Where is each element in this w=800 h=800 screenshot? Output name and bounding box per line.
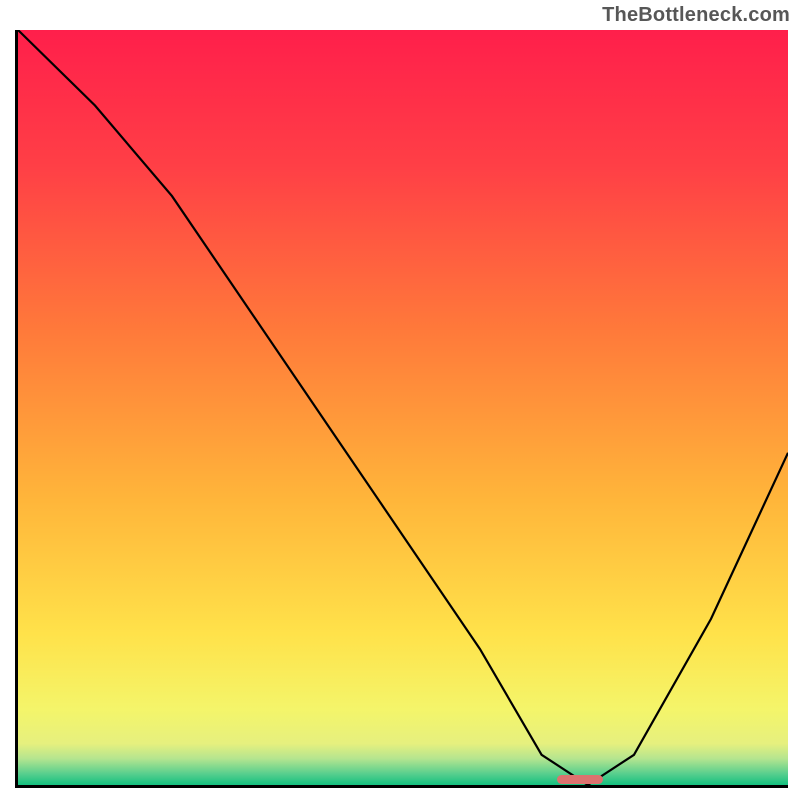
optimum-marker: [557, 775, 603, 784]
plot-area: [15, 30, 788, 788]
chart-frame: TheBottleneck.com: [0, 0, 800, 800]
watermark-text: TheBottleneck.com: [602, 4, 790, 27]
background-gradient: [18, 30, 788, 785]
